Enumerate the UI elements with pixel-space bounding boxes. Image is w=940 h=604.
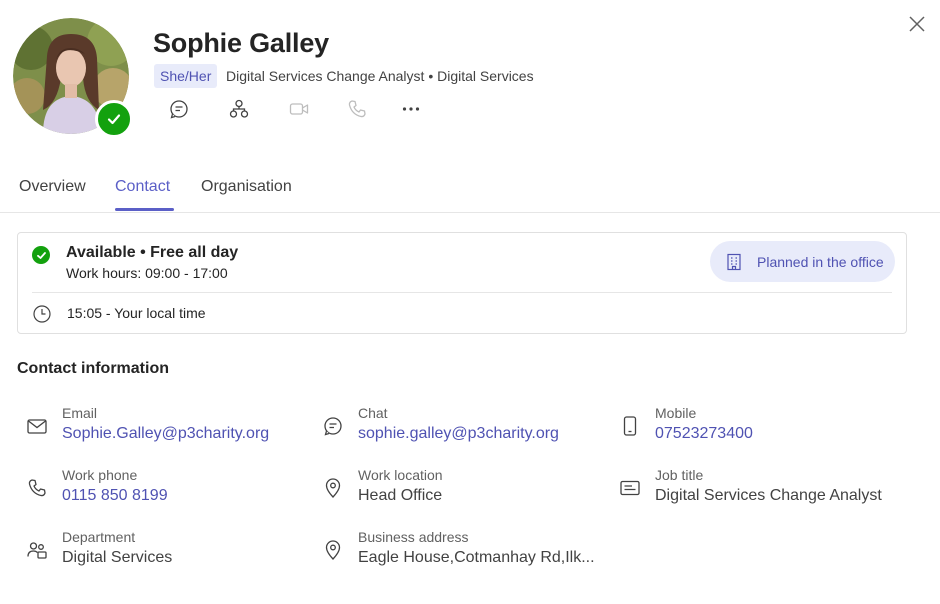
chat-item: Chat sophie.galley@p3charity.org (322, 405, 602, 451)
department-label: Department (62, 529, 136, 545)
chat-button[interactable] (166, 96, 192, 122)
tab-contact[interactable]: Contact (115, 178, 170, 196)
department-item: Department Digital Services (26, 529, 306, 575)
chat-icon (170, 100, 188, 119)
mobile-label: Mobile (655, 405, 697, 421)
more-options-icon (402, 107, 420, 111)
business-address-label: Business address (358, 529, 469, 545)
profile-name: Sophie Galley (153, 28, 329, 58)
mobile-link[interactable]: 07523273400 (655, 425, 753, 443)
active-tab-indicator (115, 208, 174, 211)
profile-subtitle: Digital Services Change Analyst • Digita… (226, 68, 534, 84)
work-hours: Work hours: 09:00 - 17:00 (66, 265, 228, 281)
tab-organisation[interactable]: Organisation (201, 178, 292, 196)
contact-information-heading: Contact information (17, 360, 169, 377)
phone-icon (26, 477, 48, 499)
mail-icon (26, 415, 48, 437)
work-phone-label: Work phone (62, 467, 138, 483)
location-pin-icon (322, 477, 344, 499)
mobile-phone-icon (619, 415, 641, 437)
work-phone-item: Work phone 0115 850 8199 (26, 467, 306, 513)
chat-label: Chat (358, 405, 388, 421)
avatar-container (13, 18, 133, 138)
work-location-value: Head Office (358, 487, 443, 504)
availability-status: Available • Free all day (66, 244, 239, 261)
phone-call-button[interactable] (344, 96, 370, 122)
job-title-label: Job title (655, 467, 704, 483)
video-call-icon (289, 103, 309, 115)
work-location-item: Work location Head Office (322, 467, 602, 513)
org-chart-icon (229, 99, 249, 118)
divider (32, 292, 892, 293)
work-location-label: Work location (358, 467, 443, 483)
clock-icon (32, 304, 52, 324)
presence-badge (95, 100, 133, 138)
close-icon (909, 16, 925, 32)
email-link[interactable]: Sophie.Galley@p3charity.org (62, 425, 269, 443)
close-button[interactable] (905, 12, 929, 36)
chat-link[interactable]: sophie.galley@p3charity.org (358, 425, 559, 443)
pronouns-badge: She/Her (154, 64, 218, 88)
work-phone-link[interactable]: 0115 850 8199 (62, 487, 168, 505)
business-address-value: Eagle House,Cotmanhay Rd,Ilk... (358, 549, 595, 566)
org-chart-button[interactable] (226, 96, 252, 122)
available-check-icon (107, 114, 121, 125)
business-address-item: Business address Eagle House,Cotmanhay R… (322, 529, 602, 575)
people-team-icon (26, 539, 48, 561)
work-location-label: Planned in the office (757, 253, 884, 270)
more-options-button[interactable] (398, 96, 424, 122)
building-icon (727, 253, 741, 270)
tab-bar: Overview Contact Organisation (0, 170, 940, 213)
email-label: Email (62, 405, 98, 421)
id-card-icon (619, 477, 641, 499)
phone-call-icon (348, 100, 366, 118)
job-title-item: Job title Digital Services Change Analys… (619, 467, 919, 513)
location-pin-icon (322, 539, 344, 561)
available-status-icon (32, 246, 50, 264)
email-item: Email Sophie.Galley@p3charity.org (26, 405, 306, 451)
video-call-button[interactable] (286, 96, 312, 122)
mobile-item: Mobile 07523273400 (619, 405, 899, 451)
local-time: 15:05 - Your local time (67, 305, 206, 321)
chat-icon (322, 415, 344, 437)
availability-card: Available • Free all day Work hours: 09:… (17, 232, 907, 334)
department-value: Digital Services (62, 549, 173, 566)
tab-overview[interactable]: Overview (19, 178, 86, 196)
work-location-pill[interactable]: Planned in the office (710, 241, 895, 282)
job-title-value: Digital Services Change Analyst (655, 487, 882, 504)
